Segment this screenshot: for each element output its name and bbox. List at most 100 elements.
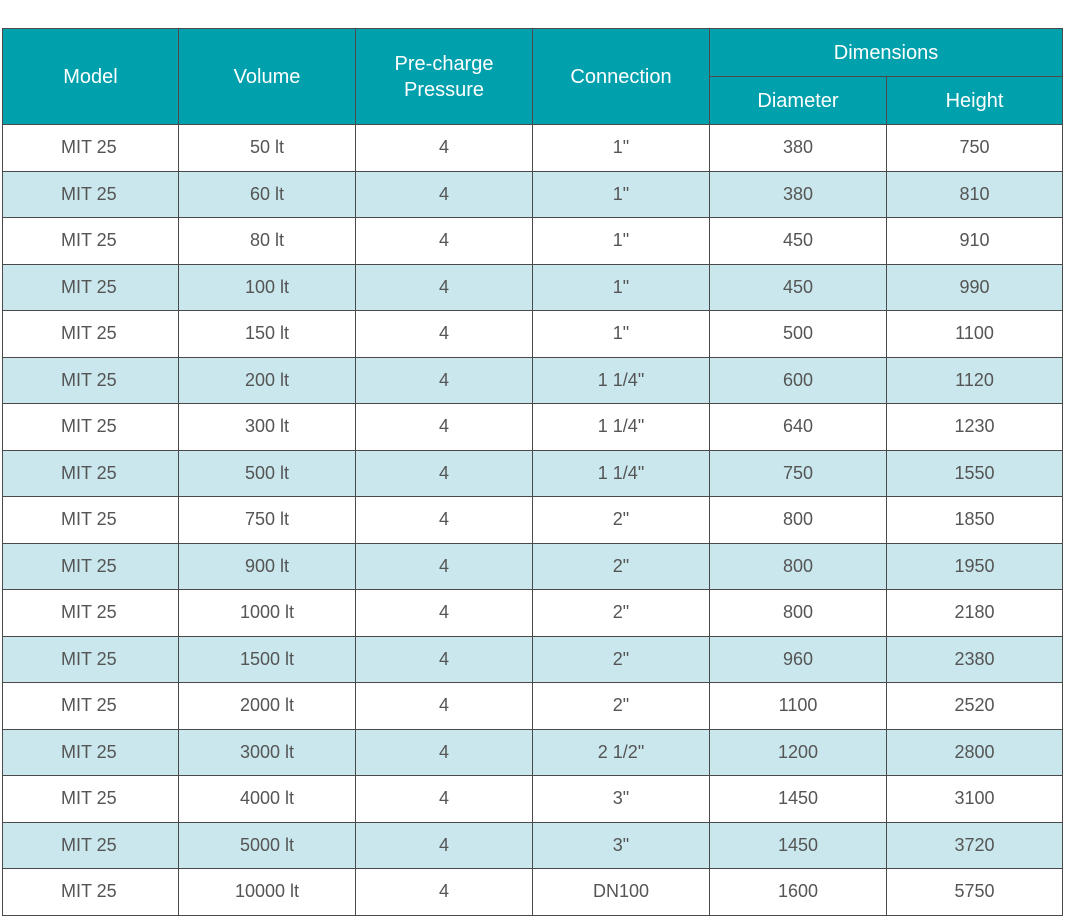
- cell-precharge-pressure: 4: [355, 542, 533, 590]
- cell-precharge-pressure: 4: [355, 449, 533, 497]
- specification-table: Model Volume Pre-charge Pressure Connect…: [2, 28, 1064, 916]
- cell-height: 990: [885, 263, 1064, 311]
- cell-volume: 80 lt: [178, 217, 356, 265]
- cell-diameter: 500: [709, 310, 887, 358]
- header-model: Model: [2, 28, 179, 125]
- cell-model: MIT 25: [2, 263, 179, 311]
- cell-diameter: 1600: [709, 868, 887, 916]
- cell-model: MIT 25: [2, 775, 179, 823]
- table-header: Model Volume Pre-charge Pressure Connect…: [2, 28, 1064, 125]
- table-row: MIT 25 1000 lt 4 2" 800 2180: [2, 589, 1064, 637]
- cell-precharge-pressure: 4: [355, 728, 533, 776]
- table-row: MIT 25 80 lt 4 1" 450 910: [2, 217, 1064, 265]
- cell-diameter: 380: [709, 124, 887, 172]
- header-diameter: Diameter: [709, 76, 887, 125]
- cell-diameter: 1450: [709, 821, 887, 869]
- cell-precharge-pressure: 4: [355, 635, 533, 683]
- table-row: MIT 25 1500 lt 4 2" 960 2380: [2, 635, 1064, 683]
- cell-diameter: 800: [709, 496, 887, 544]
- cell-model: MIT 25: [2, 356, 179, 404]
- cell-diameter: 600: [709, 356, 887, 404]
- cell-height: 910: [885, 217, 1064, 265]
- cell-diameter: 380: [709, 170, 887, 218]
- cell-diameter: 1200: [709, 728, 887, 776]
- cell-volume: 2000 lt: [178, 682, 356, 730]
- table-row: MIT 25 300 lt 4 1 1/4" 640 1230: [2, 403, 1064, 451]
- cell-model: MIT 25: [2, 170, 179, 218]
- cell-height: 3720: [885, 821, 1064, 869]
- cell-volume: 10000 lt: [178, 868, 356, 916]
- cell-volume: 500 lt: [178, 449, 356, 497]
- table-body: MIT 25 50 lt 4 1" 380 750 MIT 25 60 lt 4 1" 380 810…: [2, 124, 1064, 916]
- table-row: MIT 25 150 lt 4 1" 500 1100: [2, 310, 1064, 358]
- cell-volume: 750 lt: [178, 496, 356, 544]
- cell-height: 810: [885, 170, 1064, 218]
- table-row: MIT 25 200 lt 4 1 1/4" 600 1120: [2, 356, 1064, 404]
- cell-model: MIT 25: [2, 821, 179, 869]
- cell-height: 1550: [885, 449, 1064, 497]
- cell-model: MIT 25: [2, 310, 179, 358]
- cell-precharge-pressure: 4: [355, 403, 533, 451]
- table-row: MIT 25 10000 lt 4 DN100 1600 5750: [2, 868, 1064, 916]
- cell-height: 2380: [885, 635, 1064, 683]
- cell-connection: 1": [532, 170, 710, 218]
- cell-precharge-pressure: 4: [355, 821, 533, 869]
- cell-height: 750: [885, 124, 1064, 172]
- cell-volume: 150 lt: [178, 310, 356, 358]
- cell-model: MIT 25: [2, 124, 179, 172]
- cell-model: MIT 25: [2, 496, 179, 544]
- cell-precharge-pressure: 4: [355, 124, 533, 172]
- table-row: MIT 25 900 lt 4 2" 800 1950: [2, 542, 1064, 590]
- cell-volume: 3000 lt: [178, 728, 356, 776]
- cell-height: 2800: [885, 728, 1064, 776]
- cell-volume: 50 lt: [178, 124, 356, 172]
- cell-volume: 1500 lt: [178, 635, 356, 683]
- header-precharge-line2: Pressure: [403, 78, 485, 101]
- header-height: Height: [885, 76, 1064, 125]
- cell-precharge-pressure: 4: [355, 682, 533, 730]
- table-row: MIT 25 4000 lt 4 3" 1450 3100: [2, 775, 1064, 823]
- cell-connection: 3": [532, 821, 710, 869]
- cell-connection: 1": [532, 263, 710, 311]
- cell-diameter: 960: [709, 635, 887, 683]
- cell-connection: 1": [532, 310, 710, 358]
- cell-model: MIT 25: [2, 217, 179, 265]
- table-row: MIT 25 750 lt 4 2" 800 1850: [2, 496, 1064, 544]
- cell-volume: 200 lt: [178, 356, 356, 404]
- cell-precharge-pressure: 4: [355, 263, 533, 311]
- cell-model: MIT 25: [2, 589, 179, 637]
- cell-precharge-pressure: 4: [355, 356, 533, 404]
- table-row: MIT 25 3000 lt 4 2 1/2" 1200 2800: [2, 728, 1064, 776]
- cell-precharge-pressure: 4: [355, 868, 533, 916]
- cell-precharge-pressure: 4: [355, 496, 533, 544]
- cell-connection: 1": [532, 217, 710, 265]
- cell-connection: 2": [532, 542, 710, 590]
- cell-connection: 2": [532, 635, 710, 683]
- cell-volume: 100 lt: [178, 263, 356, 311]
- header-precharge-line1: Pre-charge: [394, 52, 494, 75]
- cell-height: 2520: [885, 682, 1064, 730]
- cell-precharge-pressure: 4: [355, 775, 533, 823]
- cell-volume: 900 lt: [178, 542, 356, 590]
- cell-diameter: 1450: [709, 775, 887, 823]
- cell-model: MIT 25: [2, 542, 179, 590]
- header-connection: Connection: [532, 28, 710, 125]
- cell-connection: 2": [532, 496, 710, 544]
- cell-model: MIT 25: [2, 682, 179, 730]
- cell-model: MIT 25: [2, 635, 179, 683]
- cell-connection: 1": [532, 124, 710, 172]
- cell-precharge-pressure: 4: [355, 217, 533, 265]
- cell-connection: DN100: [532, 868, 710, 916]
- table-row: MIT 25 2000 lt 4 2" 1100 2520: [2, 682, 1064, 730]
- cell-precharge-pressure: 4: [355, 310, 533, 358]
- cell-height: 3100: [885, 775, 1064, 823]
- cell-volume: 60 lt: [178, 170, 356, 218]
- cell-volume: 1000 lt: [178, 589, 356, 637]
- cell-height: 2180: [885, 589, 1064, 637]
- cell-connection: 1 1/4": [532, 403, 710, 451]
- cell-model: MIT 25: [2, 403, 179, 451]
- cell-model: MIT 25: [2, 868, 179, 916]
- cell-connection: 2": [532, 589, 710, 637]
- cell-model: MIT 25: [2, 449, 179, 497]
- table-row: MIT 25 500 lt 4 1 1/4" 750 1550: [2, 449, 1064, 497]
